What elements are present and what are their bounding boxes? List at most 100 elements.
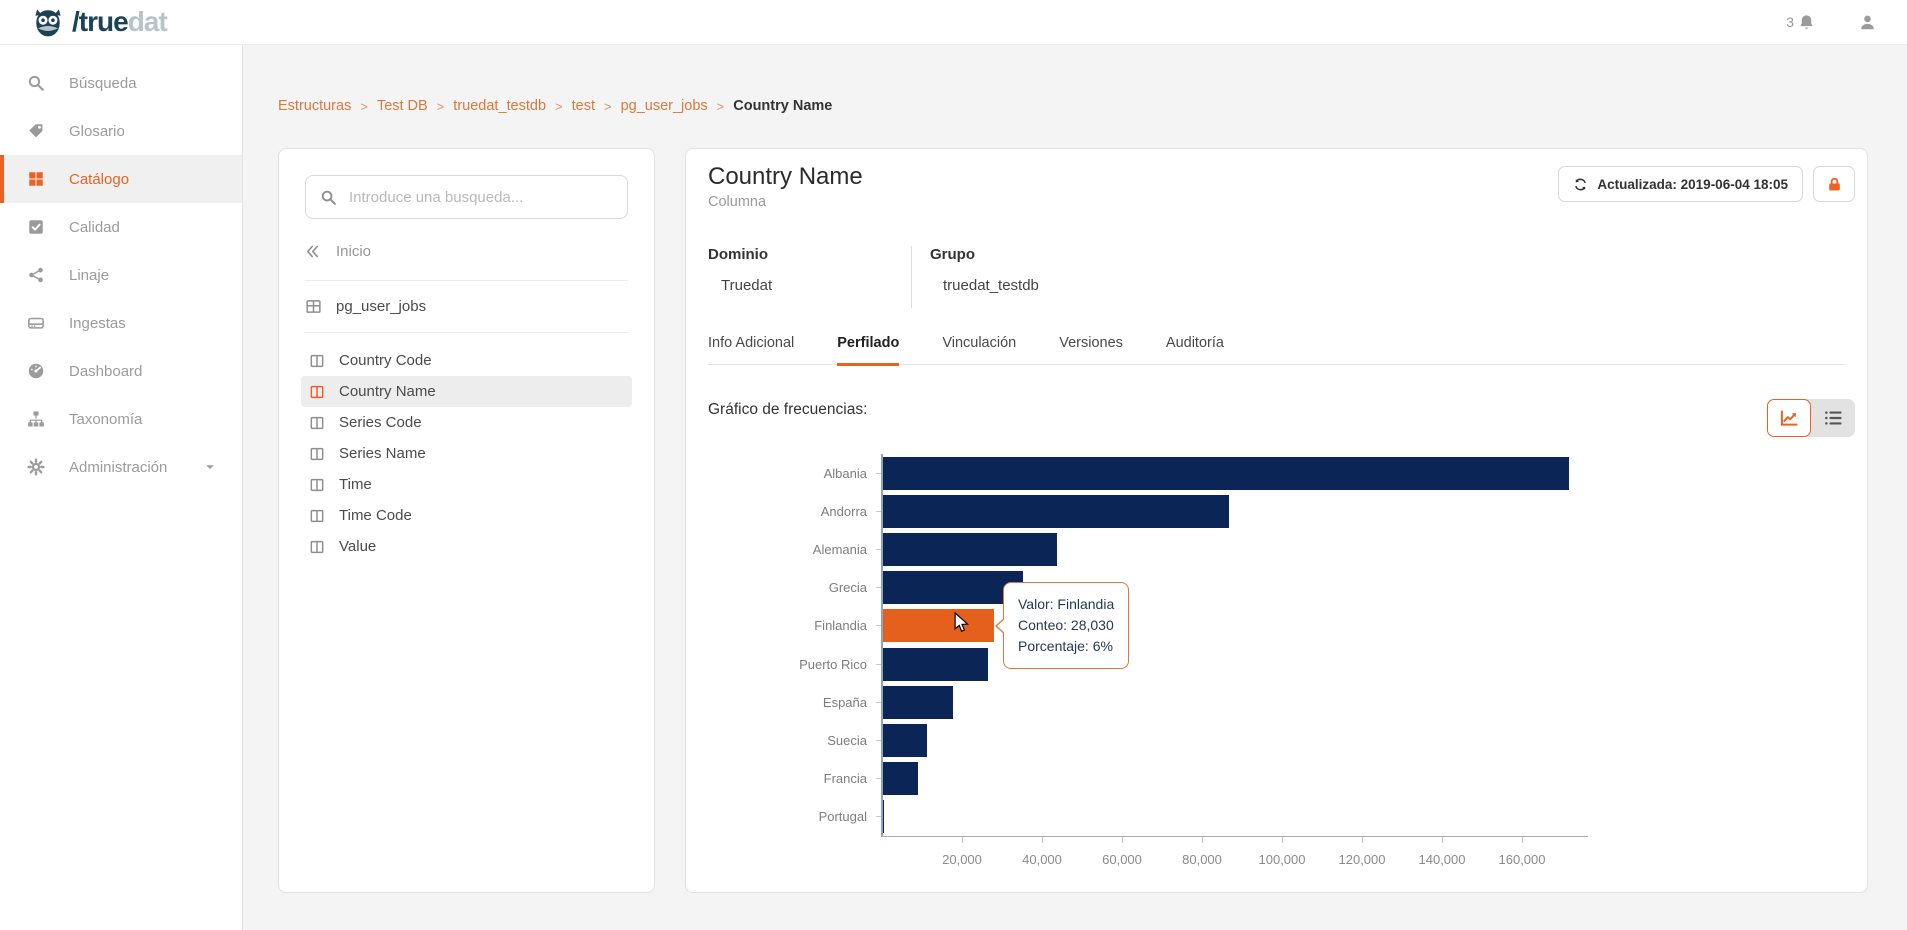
- tab-versiones[interactable]: Versiones: [1059, 335, 1123, 364]
- column-item-time-code[interactable]: Time Code: [301, 500, 632, 531]
- column-item-country-name[interactable]: Country Name: [301, 376, 632, 407]
- chart-x-tick-mark: [1522, 837, 1523, 843]
- column-item-series-code[interactable]: Series Code: [301, 407, 632, 438]
- list-view-button[interactable]: [1811, 399, 1855, 437]
- chart-category-label: Andorra: [820, 503, 867, 519]
- refresh-updated-button[interactable]: Actualizada: 2019-06-04 18:05: [1558, 166, 1803, 202]
- chart-category-label: Francia: [823, 771, 867, 787]
- chart-row-andorra: Andorra: [708, 492, 1845, 530]
- chart-tooltip: Valor: Finlandia Conteo: 28,030 Porcenta…: [994, 582, 1130, 669]
- chart-category-label: Finlandia: [814, 618, 867, 634]
- column-icon: [309, 539, 325, 555]
- chart-x-tick-mark: [962, 837, 963, 843]
- sidebar-item-administracion[interactable]: Administración: [0, 443, 242, 491]
- sidebar-item-calidad[interactable]: Calidad: [0, 203, 242, 251]
- sidebar-item-ingestas[interactable]: Ingestas: [0, 299, 242, 347]
- sidebar-item-linaje[interactable]: Linaje: [0, 251, 242, 299]
- chart-section-label: Gráfico de frecuencias:: [708, 401, 868, 418]
- column-item-country-code[interactable]: Country Code: [301, 345, 632, 376]
- chart-bar-suecia[interactable]: [882, 723, 927, 757]
- chart-bar-albania[interactable]: [882, 456, 1569, 490]
- lock-button[interactable]: [1813, 166, 1855, 202]
- chart-x-tick-mark: [1042, 837, 1043, 843]
- tooltip-conteo: Conteo: 28,030: [1018, 617, 1114, 633]
- gear-icon: [27, 458, 45, 476]
- lock-icon: [1826, 176, 1843, 193]
- sidebar-item-label: Dashboard: [69, 362, 143, 380]
- top-bar: /truedat 3: [0, 0, 1907, 45]
- tab-vinculacion[interactable]: Vinculación: [942, 335, 1016, 364]
- tooltip-porcentaje: Porcentaje: 6%: [1018, 638, 1113, 654]
- sidebar-item-busqueda[interactable]: Búsqueda: [0, 59, 242, 107]
- chart-category-label: España: [822, 694, 867, 710]
- user-menu-button[interactable]: [1858, 13, 1877, 32]
- view-toggle: [1767, 399, 1855, 437]
- chart-category-label: Puerto Rico: [799, 656, 867, 672]
- search-icon: [27, 74, 45, 92]
- check-square-icon: [27, 218, 45, 236]
- sidebar-item-label: Linaje: [69, 266, 110, 284]
- column-icon: [309, 384, 325, 400]
- table-icon: [305, 298, 322, 315]
- column-item-label: Series Name: [339, 445, 426, 462]
- column-item-label: Country Name: [339, 383, 436, 400]
- notifications-button[interactable]: 3: [1786, 13, 1816, 32]
- breadcrumb-link[interactable]: Test DB: [377, 98, 428, 114]
- chart-x-tick-label: 60,000: [1102, 852, 1142, 867]
- mouse-cursor: [953, 612, 971, 634]
- column-item-series-name[interactable]: Series Name: [301, 438, 632, 469]
- chart-category-label: Alemania: [812, 541, 867, 557]
- detail-tabs: Info Adicional Perfilado Vinculación Versio…: [708, 335, 1845, 366]
- breadcrumb-link[interactable]: test: [572, 98, 595, 114]
- content-area: Estructuras > Test DB > truedat_testdb > test >…: [243, 45, 1907, 930]
- table-item-pg-user-jobs[interactable]: pg_user_jobs: [305, 281, 628, 333]
- sidebar-item-label: Catálogo: [69, 170, 130, 188]
- field-grupo: Grupo truedat_testdb: [911, 246, 1111, 308]
- chart-bar-track: [882, 494, 1585, 528]
- chart-bar-alemania[interactable]: [882, 532, 1058, 566]
- chart-x-tick-label: 140,000: [1418, 852, 1466, 867]
- column-icon: [309, 508, 325, 524]
- breadcrumb-separator: >: [436, 98, 445, 114]
- breadcrumb-link[interactable]: Estructuras: [278, 98, 351, 114]
- chart-x-tick-label: 160,000: [1498, 852, 1546, 867]
- notification-count: 3: [1786, 14, 1794, 30]
- grid-icon: [27, 170, 45, 188]
- tab-auditoria[interactable]: Auditoría: [1166, 335, 1224, 364]
- chart-bar-finlandia[interactable]: [882, 609, 995, 643]
- column-item-value[interactable]: Value: [301, 531, 632, 562]
- sidebar-item-label: Ingestas: [69, 314, 126, 332]
- sidebar-item-taxonomia[interactable]: Taxonomía: [0, 395, 242, 443]
- chart-x-tick-mark: [1202, 837, 1203, 843]
- structure-detail-panel: Country Name Columna Actualizada: 2019-0…: [685, 148, 1868, 893]
- chart-row-puerto-rico: Puerto Rico: [708, 645, 1845, 683]
- chart-bar-grecia[interactable]: [882, 571, 1024, 605]
- chart-bar-francia[interactable]: [882, 762, 919, 796]
- sidebar-item-catalogo[interactable]: Catálogo: [0, 155, 242, 203]
- bell-icon: [1797, 13, 1816, 32]
- truedat-logo[interactable]: /truedat: [30, 4, 168, 40]
- chart-row-francia: Francia: [708, 760, 1845, 798]
- chart-x-tick-label: 100,000: [1258, 852, 1306, 867]
- chart-bar-andorra[interactable]: [882, 494, 1230, 528]
- chart-bar-puerto-rico[interactable]: [882, 647, 988, 681]
- breadcrumb-link[interactable]: pg_user_jobs: [621, 98, 708, 114]
- breadcrumb-link[interactable]: truedat_testdb: [453, 98, 546, 114]
- search-input[interactable]: [349, 188, 613, 206]
- logo-text: /truedat: [72, 6, 168, 38]
- sidebar-item-label: Búsqueda: [69, 74, 137, 92]
- tab-info-adicional[interactable]: Info Adicional: [708, 335, 794, 364]
- sidebar-item-dashboard[interactable]: Dashboard: [0, 347, 242, 395]
- column-item-label: Time: [339, 476, 372, 493]
- chart-view-button[interactable]: [1767, 399, 1811, 437]
- field-label: Dominio: [708, 246, 768, 263]
- chart-bar-españa[interactable]: [882, 685, 953, 719]
- tab-perfilado[interactable]: Perfilado: [837, 335, 900, 366]
- column-item-time[interactable]: Time: [301, 469, 632, 500]
- sidebar-item-glosario[interactable]: Glosario: [0, 107, 242, 155]
- chart-x-tick-mark: [1282, 837, 1283, 843]
- chart-x-tick-label: 40,000: [1022, 852, 1062, 867]
- chart-y-axis-line: [881, 454, 883, 837]
- back-to-home[interactable]: Inicio: [305, 243, 628, 281]
- sidebar-item-label: Taxonomía: [69, 410, 143, 428]
